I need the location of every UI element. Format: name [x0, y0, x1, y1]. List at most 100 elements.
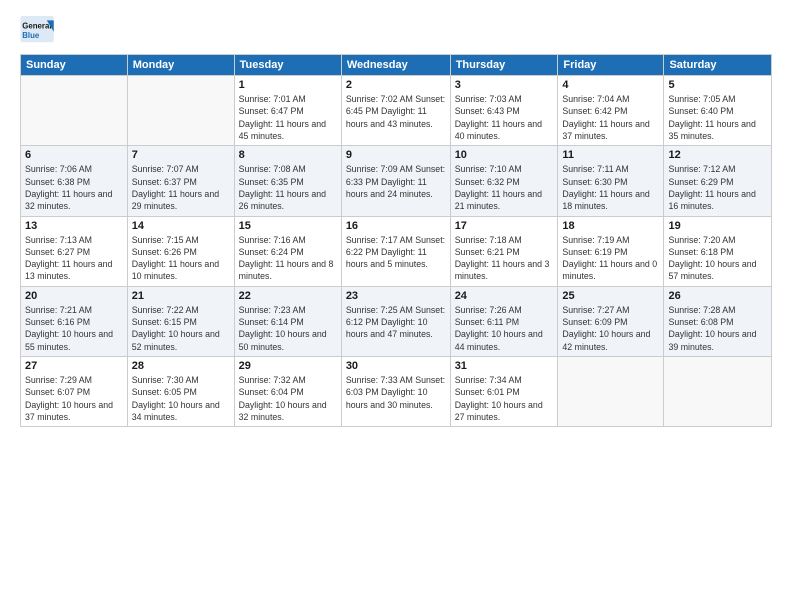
day-number: 6 [25, 149, 123, 161]
table-row: 15 Sunrise: 7:16 AM Sunset: 6:24 PM Dayli… [234, 216, 341, 286]
table-row: 22 Sunrise: 7:23 AM Sunset: 6:14 PM Dayli… [234, 286, 341, 356]
day-number: 12 [668, 149, 767, 161]
day-info: Sunrise: 7:10 AM Sunset: 6:32 PM Dayligh… [455, 163, 554, 212]
table-row: 30 Sunrise: 7:33 AM Sunset: 6:03 PM Dayli… [341, 357, 450, 427]
header: General Blue [20, 16, 772, 44]
day-info: Sunrise: 7:08 AM Sunset: 6:35 PM Dayligh… [239, 163, 337, 212]
table-row: 20 Sunrise: 7:21 AM Sunset: 6:16 PM Dayli… [21, 286, 128, 356]
table-row: 11Sunrise: 7:11 AM Sunset: 6:30 PM Dayli… [558, 146, 664, 216]
day-info: Sunrise: 7:32 AM Sunset: 6:04 PM Dayligh… [239, 374, 337, 423]
day-info: Sunrise: 7:06 AM Sunset: 6:38 PM Dayligh… [25, 163, 123, 212]
day-number: 31 [455, 360, 554, 372]
calendar-week-row: 1 Sunrise: 7:01 AM Sunset: 6:47 PM Daylig… [21, 76, 772, 146]
day-info: Sunrise: 7:33 AM Sunset: 6:03 PM Dayligh… [346, 374, 446, 411]
day-number: 20 [25, 290, 123, 302]
day-info: Sunrise: 7:30 AM Sunset: 6:05 PM Dayligh… [132, 374, 230, 423]
day-number: 26 [668, 290, 767, 302]
day-number: 7 [132, 149, 230, 161]
table-row: 7 Sunrise: 7:07 AM Sunset: 6:37 PM Daylig… [127, 146, 234, 216]
svg-text:Blue: Blue [22, 31, 40, 40]
page: General Blue Sunday Monday Tuesday Wedne… [0, 0, 792, 612]
day-number: 17 [455, 220, 554, 232]
day-number: 3 [455, 79, 554, 91]
day-info: Sunrise: 7:16 AM Sunset: 6:24 PM Dayligh… [239, 234, 337, 283]
col-sunday: Sunday [21, 55, 128, 76]
day-info: Sunrise: 7:19 AM Sunset: 6:19 PM Dayligh… [562, 234, 659, 283]
svg-text:General: General [22, 21, 51, 30]
day-info: Sunrise: 7:12 AM Sunset: 6:29 PM Dayligh… [668, 163, 767, 212]
table-row: 23 Sunrise: 7:25 AM Sunset: 6:12 PM Dayli… [341, 286, 450, 356]
day-info: Sunrise: 7:22 AM Sunset: 6:15 PM Dayligh… [132, 304, 230, 353]
table-row: 5 Sunrise: 7:05 AM Sunset: 6:40 PM Daylig… [664, 76, 772, 146]
day-number: 16 [346, 220, 446, 232]
day-info: Sunrise: 7:20 AM Sunset: 6:18 PM Dayligh… [668, 234, 767, 283]
day-info: Sunrise: 7:23 AM Sunset: 6:14 PM Dayligh… [239, 304, 337, 353]
table-row: 25 Sunrise: 7:27 AM Sunset: 6:09 PM Dayli… [558, 286, 664, 356]
day-info: Sunrise: 7:13 AM Sunset: 6:27 PM Dayligh… [25, 234, 123, 283]
table-row [127, 76, 234, 146]
day-number: 28 [132, 360, 230, 372]
calendar-week-row: 6 Sunrise: 7:06 AM Sunset: 6:38 PM Daylig… [21, 146, 772, 216]
table-row: 2Sunrise: 7:02 AM Sunset: 6:45 PM Daylig… [341, 76, 450, 146]
table-row: 12 Sunrise: 7:12 AM Sunset: 6:29 PM Dayli… [664, 146, 772, 216]
table-row: 3 Sunrise: 7:03 AM Sunset: 6:43 PM Daylig… [450, 76, 558, 146]
logo: General Blue [20, 16, 62, 44]
table-row: 17 Sunrise: 7:18 AM Sunset: 6:21 PM Dayli… [450, 216, 558, 286]
col-tuesday: Tuesday [234, 55, 341, 76]
table-row [664, 357, 772, 427]
table-row: 13 Sunrise: 7:13 AM Sunset: 6:27 PM Dayli… [21, 216, 128, 286]
day-number: 15 [239, 220, 337, 232]
table-row [558, 357, 664, 427]
day-number: 22 [239, 290, 337, 302]
day-number: 8 [239, 149, 337, 161]
day-number: 10 [455, 149, 554, 161]
day-number: 27 [25, 360, 123, 372]
day-info: Sunrise: 7:07 AM Sunset: 6:37 PM Dayligh… [132, 163, 230, 212]
calendar-week-row: 27Sunrise: 7:29 AM Sunset: 6:07 PM Dayli… [21, 357, 772, 427]
col-monday: Monday [127, 55, 234, 76]
col-wednesday: Wednesday [341, 55, 450, 76]
day-number: 30 [346, 360, 446, 372]
day-info: Sunrise: 7:25 AM Sunset: 6:12 PM Dayligh… [346, 304, 446, 341]
day-number: 13 [25, 220, 123, 232]
calendar-week-row: 13 Sunrise: 7:13 AM Sunset: 6:27 PM Dayli… [21, 216, 772, 286]
day-info: Sunrise: 7:05 AM Sunset: 6:40 PM Dayligh… [668, 93, 767, 142]
table-row: 27Sunrise: 7:29 AM Sunset: 6:07 PM Dayli… [21, 357, 128, 427]
day-info: Sunrise: 7:15 AM Sunset: 6:26 PM Dayligh… [132, 234, 230, 283]
day-number: 1 [239, 79, 337, 91]
col-saturday: Saturday [664, 55, 772, 76]
table-row: 18 Sunrise: 7:19 AM Sunset: 6:19 PM Dayli… [558, 216, 664, 286]
table-row: 14 Sunrise: 7:15 AM Sunset: 6:26 PM Dayli… [127, 216, 234, 286]
day-number: 29 [239, 360, 337, 372]
day-number: 24 [455, 290, 554, 302]
day-info: Sunrise: 7:03 AM Sunset: 6:43 PM Dayligh… [455, 93, 554, 142]
day-number: 23 [346, 290, 446, 302]
day-number: 2 [346, 79, 446, 91]
day-info: Sunrise: 7:18 AM Sunset: 6:21 PM Dayligh… [455, 234, 554, 283]
day-info: Sunrise: 7:01 AM Sunset: 6:47 PM Dayligh… [239, 93, 337, 142]
table-row: 31Sunrise: 7:34 AM Sunset: 6:01 PM Dayli… [450, 357, 558, 427]
table-row: 29 Sunrise: 7:32 AM Sunset: 6:04 PM Dayli… [234, 357, 341, 427]
day-info: Sunrise: 7:21 AM Sunset: 6:16 PM Dayligh… [25, 304, 123, 353]
day-number: 25 [562, 290, 659, 302]
calendar: Sunday Monday Tuesday Wednesday Thursday… [20, 54, 772, 427]
day-number: 5 [668, 79, 767, 91]
table-row: 28 Sunrise: 7:30 AM Sunset: 6:05 PM Dayli… [127, 357, 234, 427]
day-info: Sunrise: 7:04 AM Sunset: 6:42 PM Dayligh… [562, 93, 659, 142]
day-number: 18 [562, 220, 659, 232]
table-row: 6 Sunrise: 7:06 AM Sunset: 6:38 PM Daylig… [21, 146, 128, 216]
day-number: 11 [562, 149, 659, 161]
calendar-body: 1 Sunrise: 7:01 AM Sunset: 6:47 PM Daylig… [21, 76, 772, 427]
day-info: Sunrise: 7:17 AM Sunset: 6:22 PM Dayligh… [346, 234, 446, 271]
day-number: 9 [346, 149, 446, 161]
day-info: Sunrise: 7:28 AM Sunset: 6:08 PM Dayligh… [668, 304, 767, 353]
day-number: 14 [132, 220, 230, 232]
table-row [21, 76, 128, 146]
table-row: 21 Sunrise: 7:22 AM Sunset: 6:15 PM Dayli… [127, 286, 234, 356]
table-row: 19Sunrise: 7:20 AM Sunset: 6:18 PM Dayli… [664, 216, 772, 286]
day-info: Sunrise: 7:27 AM Sunset: 6:09 PM Dayligh… [562, 304, 659, 353]
day-number: 21 [132, 290, 230, 302]
day-number: 4 [562, 79, 659, 91]
table-row: 10 Sunrise: 7:10 AM Sunset: 6:32 PM Dayli… [450, 146, 558, 216]
table-row: 16 Sunrise: 7:17 AM Sunset: 6:22 PM Dayli… [341, 216, 450, 286]
